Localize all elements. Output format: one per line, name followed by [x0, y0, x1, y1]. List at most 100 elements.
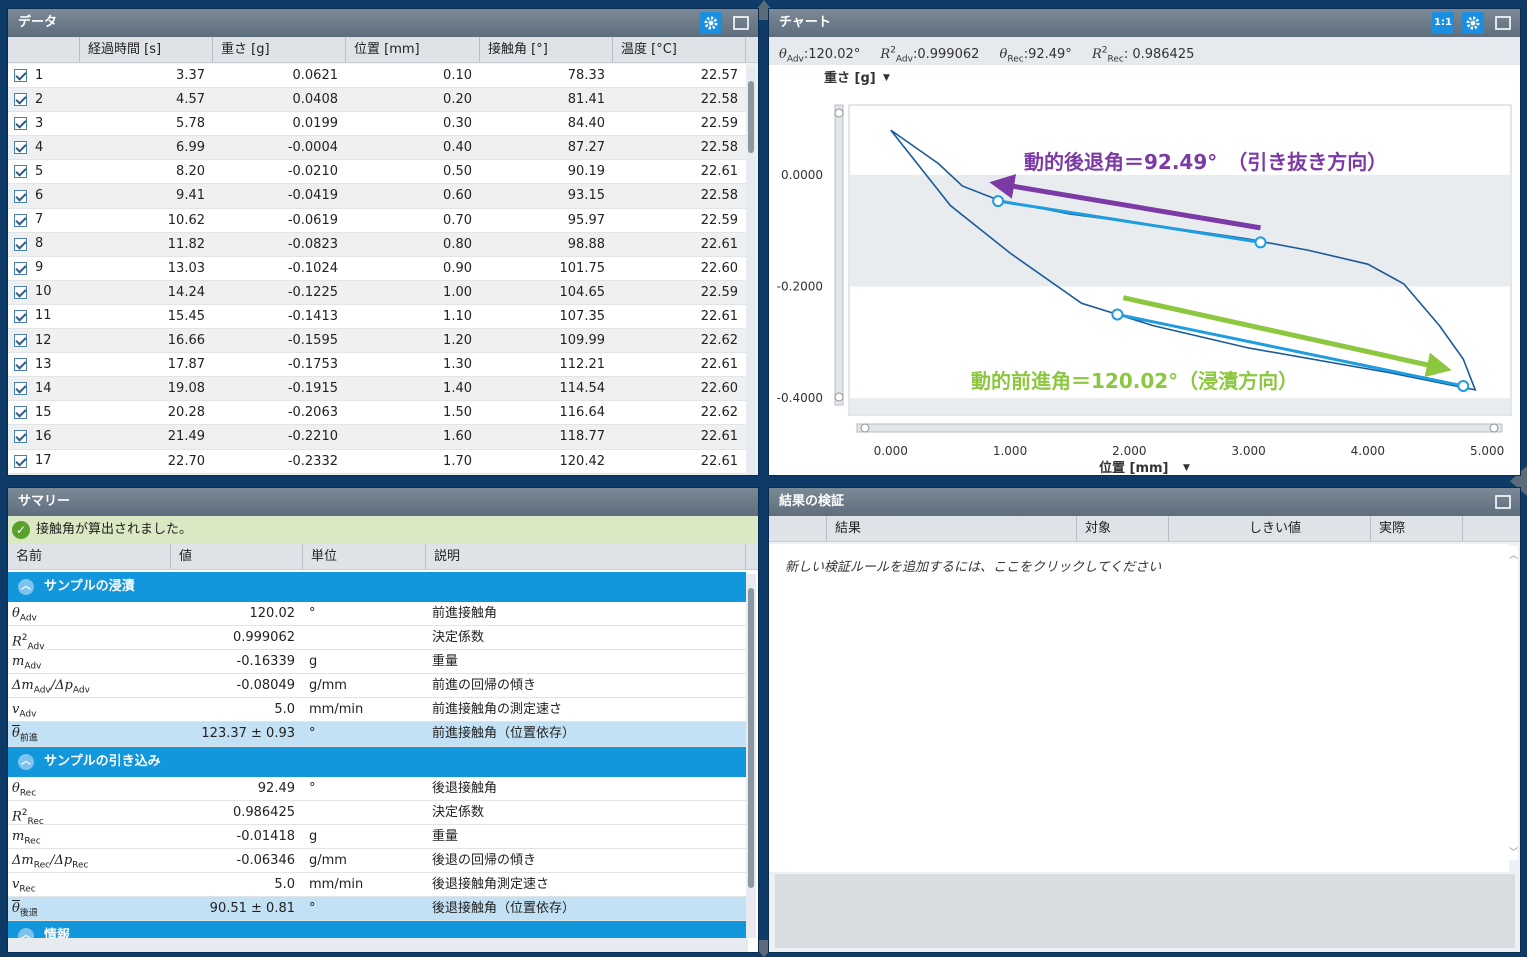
table-row[interactable]: 14 19.08 -0.1915 1.40 114.54 22.60	[8, 377, 746, 402]
ratio-button[interactable]: 1:1	[1432, 12, 1454, 34]
col-time-header[interactable]: 経過時間 [s]	[80, 37, 213, 62]
table-row[interactable]: 11 15.45 -0.1413 1.10 107.35 22.61	[8, 304, 746, 330]
section-advancing[interactable]: ︿ サンプルの浸漬	[8, 572, 746, 602]
col-position-header[interactable]: 位置 [mm]	[346, 37, 480, 62]
row-checkbox[interactable]	[14, 189, 27, 203]
table-row[interactable]: 5 8.20 -0.0210 0.50 90.19 22.61	[8, 160, 746, 185]
id-col-header[interactable]	[8, 37, 80, 62]
fit-endpoint-handle[interactable]	[1254, 236, 1267, 249]
row-checkbox-cell[interactable]: 3	[8, 112, 80, 135]
table-row[interactable]: 8 11.82 -0.0823 0.80 98.88 22.61	[8, 232, 746, 257]
row-checkbox-cell[interactable]: 8	[8, 233, 80, 256]
add-rule-hint[interactable]: 新しい検証ルールを追加するには、ここをクリックしてください	[769, 544, 1509, 575]
settings-gear-icon[interactable]	[700, 12, 722, 34]
row-checkbox[interactable]	[14, 141, 27, 155]
row-checkbox-cell[interactable]: 4	[8, 136, 80, 159]
row-checkbox[interactable]	[14, 430, 27, 444]
table-row[interactable]: 3 5.78 0.0199 0.30 84.40 22.59	[8, 112, 746, 137]
summary-row[interactable]: θRec 92.49 ° 後退接触角	[8, 776, 746, 801]
y-range-slider[interactable]	[834, 104, 844, 406]
col-angle-header[interactable]: 接触角 [°]	[480, 37, 613, 62]
data-table-scrollbar[interactable]	[746, 67, 756, 475]
row-checkbox[interactable]	[14, 454, 27, 468]
section-info[interactable]: ︿ 情報	[8, 921, 746, 938]
row-checkbox[interactable]	[14, 165, 27, 179]
row-checkbox-cell[interactable]: 5	[8, 160, 80, 183]
row-checkbox-cell[interactable]: 6	[8, 184, 80, 207]
row-checkbox[interactable]	[14, 93, 27, 107]
row-checkbox-cell[interactable]: 1	[8, 64, 80, 87]
row-checkbox[interactable]	[14, 309, 27, 323]
summary-row[interactable]: R2Rec 0.986425 決定係数	[8, 801, 746, 825]
table-row[interactable]: 9 13.03 -0.1024 0.90 101.75 22.60	[8, 256, 746, 281]
table-row[interactable]: 16 21.49 -0.2210 1.60 118.77 22.61	[8, 425, 746, 450]
row-checkbox-cell[interactable]: 11	[8, 305, 80, 328]
row-checkbox-cell[interactable]: 16	[8, 425, 80, 448]
row-checkbox[interactable]	[14, 334, 27, 348]
summary-row[interactable]: vAdv 5.0 mm/min 前進接触角の測定速さ	[8, 698, 746, 723]
x-axis-dropdown-icon[interactable]: ▼	[1183, 463, 1190, 473]
row-checkbox-cell[interactable]: 12	[8, 329, 80, 352]
col-actual-header[interactable]: 実際	[1371, 516, 1463, 541]
col-value-header[interactable]: 値	[171, 544, 303, 569]
row-checkbox[interactable]	[14, 285, 27, 299]
table-row[interactable]: 13 17.87 -0.1753 1.30 112.21 22.61	[8, 353, 746, 378]
row-checkbox[interactable]	[14, 117, 27, 131]
verify-scrollbar[interactable]: ︿ ﹀	[1508, 546, 1518, 860]
summary-row[interactable]: mRec -0.01418 g 重量	[8, 824, 746, 849]
row-checkbox[interactable]	[14, 406, 27, 420]
section-receding[interactable]: ︿ サンプルの引き込み	[8, 746, 746, 777]
table-row[interactable]: 12 16.66 -0.1595 1.20 109.99 22.62	[8, 329, 746, 354]
col-temp-header[interactable]: 温度 [°C]	[613, 37, 746, 62]
fit-endpoint-handle[interactable]	[992, 195, 1005, 208]
row-checkbox[interactable]	[14, 382, 27, 396]
y-axis-dropdown-icon[interactable]: ▼	[883, 73, 890, 83]
summary-row[interactable]: ΔmAdv/ΔpAdv -0.08049 g/mm 前進の回帰の傾き	[8, 674, 746, 699]
row-checkbox[interactable]	[14, 358, 27, 372]
maximize-icon[interactable]	[730, 12, 752, 34]
row-checkbox-cell[interactable]: 10	[8, 281, 80, 304]
summary-row[interactable]: θAdv 120.02 ° 前進接触角	[8, 602, 746, 627]
row-checkbox-cell[interactable]: 14	[8, 377, 80, 400]
summary-row[interactable]: mAdv -0.16339 g 重量	[8, 650, 746, 675]
summary-row[interactable]: θ前進 123.37 ± 0.93 ° 前進接触角（位置依存）	[8, 722, 746, 747]
x-axis-label[interactable]: 位置 [mm]	[1099, 460, 1169, 476]
verify-maximize-icon[interactable]	[1492, 491, 1514, 513]
y-axis-label[interactable]: 重さ [g]	[824, 70, 876, 86]
row-checkbox-cell[interactable]: 13	[8, 353, 80, 376]
col-mass-header[interactable]: 重さ [g]	[213, 37, 346, 62]
x-range-slider[interactable]	[856, 423, 1503, 433]
table-row[interactable]: 15 20.28 -0.2063 1.50 116.64 22.62	[8, 401, 746, 426]
row-checkbox-cell[interactable]: 2	[8, 88, 80, 111]
table-row[interactable]: 17 22.70 -0.2332 1.70 120.42 22.61	[8, 449, 746, 474]
row-checkbox[interactable]	[14, 237, 27, 251]
col-unit-header[interactable]: 単位	[303, 544, 426, 569]
fit-endpoint-handle[interactable]	[1111, 308, 1124, 321]
chart-settings-gear-icon[interactable]	[1462, 12, 1484, 34]
fit-endpoint-handle[interactable]	[1457, 379, 1470, 392]
table-row[interactable]: 7 10.62 -0.0619 0.70 95.97 22.59	[8, 208, 746, 233]
row-checkbox-cell[interactable]: 9	[8, 257, 80, 280]
summary-row[interactable]: ΔmRec/ΔpRec -0.06346 g/mm 後退の回帰の傾き	[8, 849, 746, 873]
table-row[interactable]: 10 14.24 -0.1225 1.00 104.65 22.59	[8, 280, 746, 305]
verify-table-body[interactable]: 新しい検証ルールを追加するには、ここをクリックしてください	[769, 544, 1509, 872]
chart-maximize-icon[interactable]	[1492, 12, 1514, 34]
row-checkbox[interactable]	[14, 213, 27, 227]
col-result-header[interactable]: 結果	[827, 516, 1077, 541]
table-row[interactable]: 1 3.37 0.0621 0.10 78.33 22.57	[8, 64, 746, 89]
chart-plot[interactable]: 重さ [g] ▼ 位置 [mm] ▼ 0.000 1.000 2.000 3.000 4…	[769, 65, 1521, 476]
table-row[interactable]: 6 9.41 -0.0419 0.60 93.15 22.58	[8, 184, 746, 209]
summary-row[interactable]: R2Adv 0.999062 決定係数	[8, 626, 746, 651]
summary-scrollbar[interactable]	[746, 574, 756, 938]
row-checkbox[interactable]	[14, 69, 27, 83]
row-checkbox-cell[interactable]: 7	[8, 209, 80, 232]
collapse-chevron-icon[interactable]: ︿	[18, 928, 34, 938]
summary-hscrollbar[interactable]	[8, 938, 748, 952]
table-row[interactable]: 4 6.99 -0.0004 0.40 87.27 22.58	[8, 136, 746, 161]
row-checkbox-cell[interactable]: 17	[8, 450, 80, 473]
table-row[interactable]: 2 4.57 0.0408 0.20 81.41 22.58	[8, 88, 746, 113]
col-desc-header[interactable]: 説明	[426, 544, 746, 569]
collapse-chevron-icon[interactable]: ︿	[18, 579, 34, 595]
col-threshold-header[interactable]: しきい値	[1241, 516, 1371, 541]
row-checkbox-cell[interactable]: 15	[8, 401, 80, 424]
